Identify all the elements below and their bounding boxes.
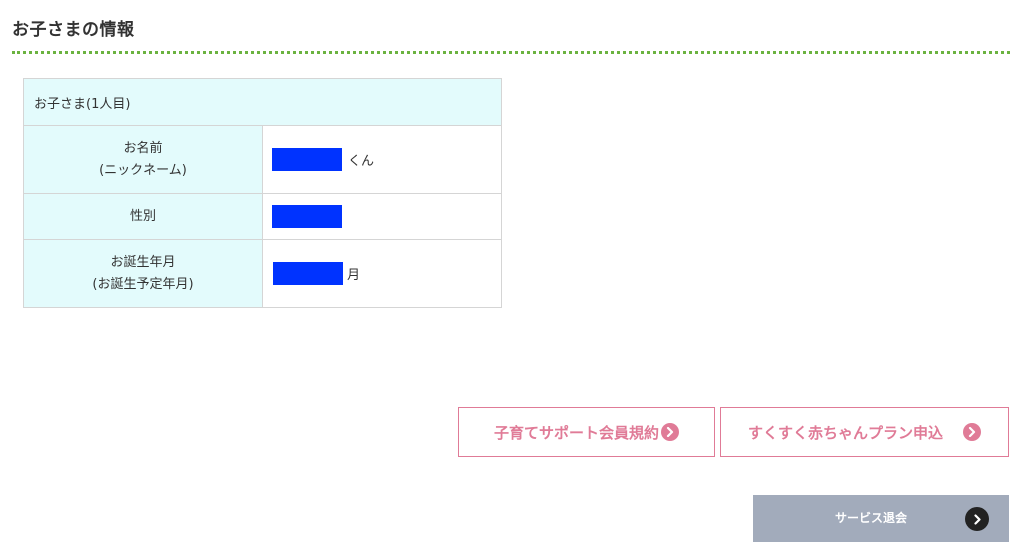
name-value: くん <box>262 125 502 194</box>
service-withdraw-button[interactable]: サービス退会 <box>753 495 1009 542</box>
child-info-table: お子さま(1人目) お名前 (ニックネーム) くん 性別 お誕生年月 (お誕生予… <box>23 78 502 308</box>
table-row-birth: お誕生年月 (お誕生予定年月) 月 <box>23 239 502 308</box>
redacted-sex <box>272 205 342 228</box>
birth-month-suffix: 月 <box>347 268 361 283</box>
plan-apply-button[interactable]: すくすく赤ちゃんプラン申込 <box>720 407 1009 457</box>
chevron-right-circle-icon <box>661 423 679 441</box>
name-label: お名前 (ニックネーム) <box>23 125 263 194</box>
name-suffix: くん <box>348 154 375 169</box>
sex-label: 性別 <box>23 193 263 240</box>
terms-link-button[interactable]: 子育てサポート会員規約 <box>458 407 715 457</box>
birth-label-line1: お誕生年月 <box>110 254 176 270</box>
terms-link-label: 子育てサポート会員規約 <box>493 423 659 442</box>
birth-label: お誕生年月 (お誕生予定年月) <box>23 239 263 308</box>
chevron-right-circle-icon <box>963 423 981 441</box>
chevron-right-circle-icon <box>965 507 989 531</box>
child-info-page: お子さまの情報 お子さま(1人目) お名前 (ニックネーム) くん 性別 お誕生 <box>0 0 1024 559</box>
table-row-sex: 性別 <box>23 193 502 240</box>
sex-value <box>262 193 502 240</box>
table-caption: お子さま(1人目) <box>23 78 502 126</box>
redacted-name <box>272 148 342 171</box>
name-label-line1: お名前 <box>123 140 163 156</box>
birth-label-line2: (お誕生予定年月) <box>92 276 194 292</box>
name-label-line2: (ニックネーム) <box>99 162 187 178</box>
section-divider <box>12 51 1010 54</box>
table-caption-row: お子さま(1人目) <box>23 78 502 126</box>
service-withdraw-label: サービス退会 <box>834 511 907 525</box>
table-row-name: お名前 (ニックネーム) くん <box>23 125 502 194</box>
birth-value: 月 <box>262 239 502 308</box>
redacted-birth-year <box>273 262 343 285</box>
section-title: お子さまの情報 <box>12 20 135 40</box>
plan-apply-label: すくすく赤ちゃんプラン申込 <box>747 423 943 442</box>
sex-label-line1: 性別 <box>129 208 156 224</box>
